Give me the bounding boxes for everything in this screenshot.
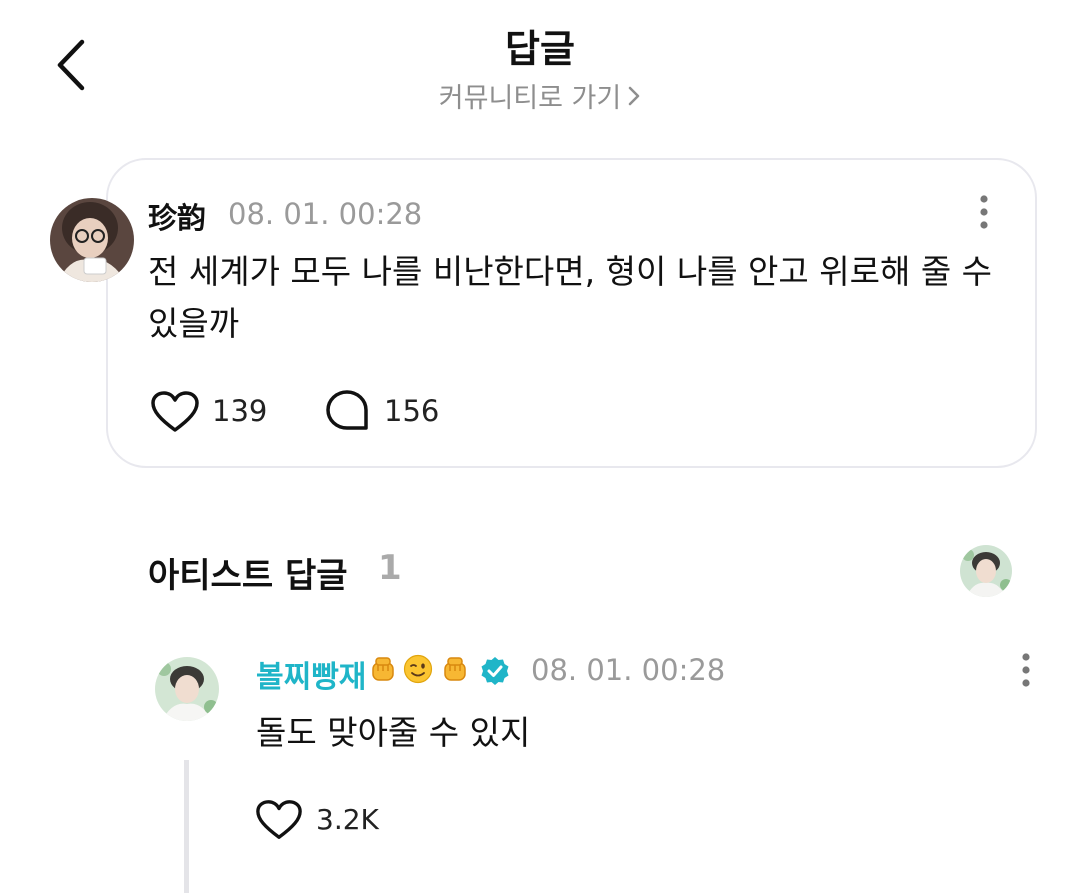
reply-more-button[interactable] [1012, 652, 1040, 688]
reply-like-count: 3.2K [316, 803, 379, 836]
community-link-label: 커뮤니티로 가기 [438, 83, 622, 114]
reply-author-avatar[interactable] [155, 657, 219, 721]
raised-fist-emoji [440, 654, 470, 684]
raised-fist-emoji [368, 654, 398, 684]
post-body: 전 세계가 모두 나를 비난한다면, 형이 나를 안고 위로해 줄 수 있을까 [148, 252, 993, 343]
post-author-name[interactable]: 珍韵 [148, 195, 206, 237]
go-to-community-link[interactable]: 커뮤니티로 가기 [0, 76, 1080, 115]
artist-avatar-filter[interactable] [960, 545, 1012, 597]
heart-icon [256, 800, 302, 839]
post-comment-count: 156 [384, 394, 440, 428]
post-more-button[interactable] [970, 194, 998, 230]
artist-replies-heading: 아티스트 답글 [148, 556, 348, 596]
post-like-count: 139 [212, 394, 268, 428]
comment-bubble-icon [326, 390, 368, 430]
post-author-avatar[interactable] [50, 198, 134, 282]
reply-like-button[interactable] [255, 798, 303, 842]
more-vertical-icon [1022, 653, 1030, 687]
post-timestamp: 08. 01. 00:28 [228, 197, 423, 231]
post-like-button[interactable] [150, 390, 200, 434]
thread-line [184, 760, 189, 893]
chevron-right-icon [627, 84, 641, 115]
reply-body: 돌도 맞아줄 수 있지 [256, 713, 531, 752]
reply-timestamp: 08. 01. 00:28 [531, 653, 726, 687]
heart-icon [151, 391, 199, 432]
verified-badge-icon [480, 656, 510, 686]
reply-author-name[interactable]: 볼찌빵재 [256, 652, 366, 696]
artist-replies-count: 1 [378, 548, 402, 588]
page-title: 답글 [505, 27, 575, 71]
more-vertical-icon [980, 195, 988, 229]
top-bar: 답글 커뮤니티로 가기 [0, 0, 1080, 130]
post-comment-button[interactable] [324, 388, 370, 434]
winking-face-emoji [403, 654, 433, 684]
